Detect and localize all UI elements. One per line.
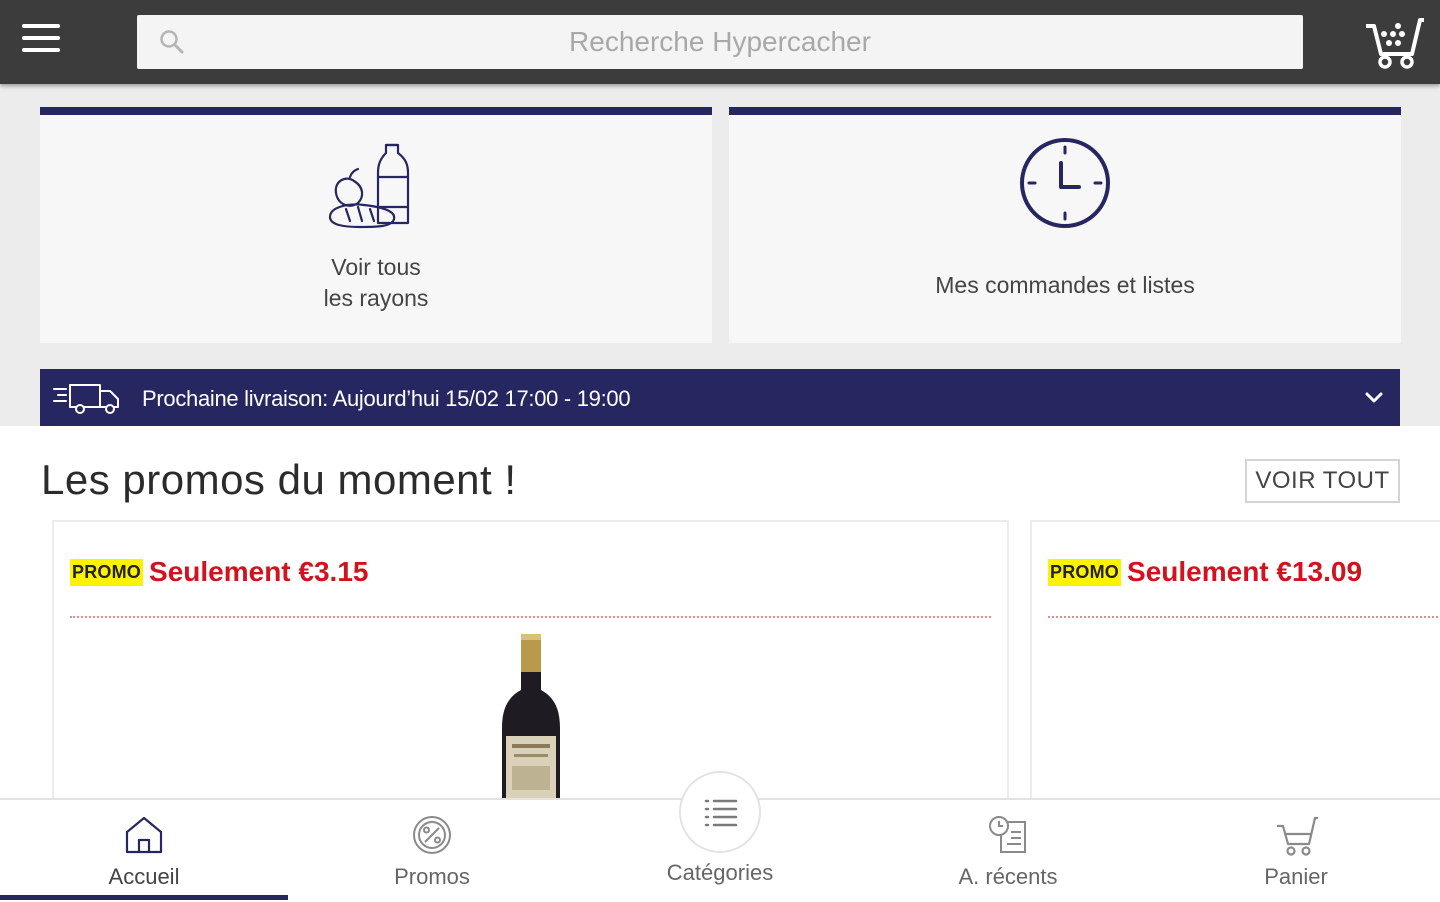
delivery-truck-icon bbox=[53, 384, 119, 414]
promo-card[interactable]: PROMO Seulement €13.09 bbox=[1030, 520, 1440, 820]
home-icon bbox=[125, 816, 163, 854]
chevron-down-icon[interactable] bbox=[1364, 387, 1384, 407]
orders-and-lists-tile[interactable]: Mes commandes et listes bbox=[729, 107, 1401, 343]
recent-items-icon bbox=[989, 816, 1026, 853]
cart-icon bbox=[1277, 816, 1318, 856]
shopping-cart-icon[interactable] bbox=[1362, 14, 1424, 70]
all-departments-label-line1: Voir tous bbox=[331, 254, 421, 280]
all-departments-label: Voir tous les rayons bbox=[40, 252, 712, 314]
list-icon bbox=[704, 799, 738, 827]
next-delivery-bar[interactable]: Prochaine livraison: Aujourd’hui 15/02 1… bbox=[40, 369, 1400, 426]
search-bar[interactable] bbox=[137, 14, 1303, 70]
percent-badge-icon bbox=[413, 816, 451, 854]
search-input[interactable] bbox=[137, 14, 1303, 70]
wine-bottle-image bbox=[502, 634, 560, 812]
search-icon bbox=[160, 30, 184, 54]
dotted-divider bbox=[1048, 616, 1440, 618]
promo-card[interactable]: PROMO Seulement €3.15 bbox=[52, 520, 1009, 820]
nav-categories-button[interactable] bbox=[679, 771, 761, 853]
clock-icon bbox=[1020, 138, 1110, 228]
nav-recent-label: A. récents bbox=[958, 864, 1058, 889]
promo-price: Seulement €13.09 bbox=[1127, 556, 1363, 587]
dotted-divider bbox=[70, 616, 991, 618]
promo-price: Seulement €3.15 bbox=[149, 556, 369, 587]
all-departments-tile[interactable]: Voir tous les rayons bbox=[40, 107, 712, 343]
promos-title: Les promos du moment ! bbox=[41, 456, 517, 503]
nav-categories-label[interactable]: Catégories bbox=[576, 860, 864, 886]
promo-badge: PROMO bbox=[70, 558, 144, 586]
next-delivery-text: Prochaine livraison: Aujourd’hui 15/02 1… bbox=[142, 386, 631, 411]
promos-section: Les promos du moment ! VOIR TOUT PROMO S… bbox=[0, 426, 1440, 820]
hamburger-menu-icon[interactable] bbox=[22, 24, 62, 60]
groceries-icon bbox=[328, 143, 410, 229]
orders-and-lists-label: Mes commandes et listes bbox=[935, 272, 1195, 298]
nav-home-label: Accueil bbox=[108, 864, 180, 889]
promo-price-line: PROMO Seulement €3.15 bbox=[70, 556, 368, 588]
nav-promos-label: Promos bbox=[394, 864, 470, 889]
promo-badge: PROMO bbox=[1048, 558, 1122, 586]
promo-price-line: PROMO Seulement €13.09 bbox=[1048, 556, 1362, 588]
nav-recent[interactable]: A. récents bbox=[864, 800, 1152, 902]
nav-promos[interactable]: Promos bbox=[288, 800, 576, 902]
nav-home[interactable]: Accueil bbox=[0, 800, 288, 902]
all-departments-label-line2: les rayons bbox=[323, 285, 429, 311]
nav-cart-label: Panier bbox=[1264, 864, 1328, 889]
active-tab-indicator bbox=[0, 895, 288, 900]
nav-cart[interactable]: Panier bbox=[1152, 800, 1440, 902]
top-bar bbox=[0, 0, 1440, 84]
see-all-button[interactable]: VOIR TOUT bbox=[1245, 459, 1400, 503]
